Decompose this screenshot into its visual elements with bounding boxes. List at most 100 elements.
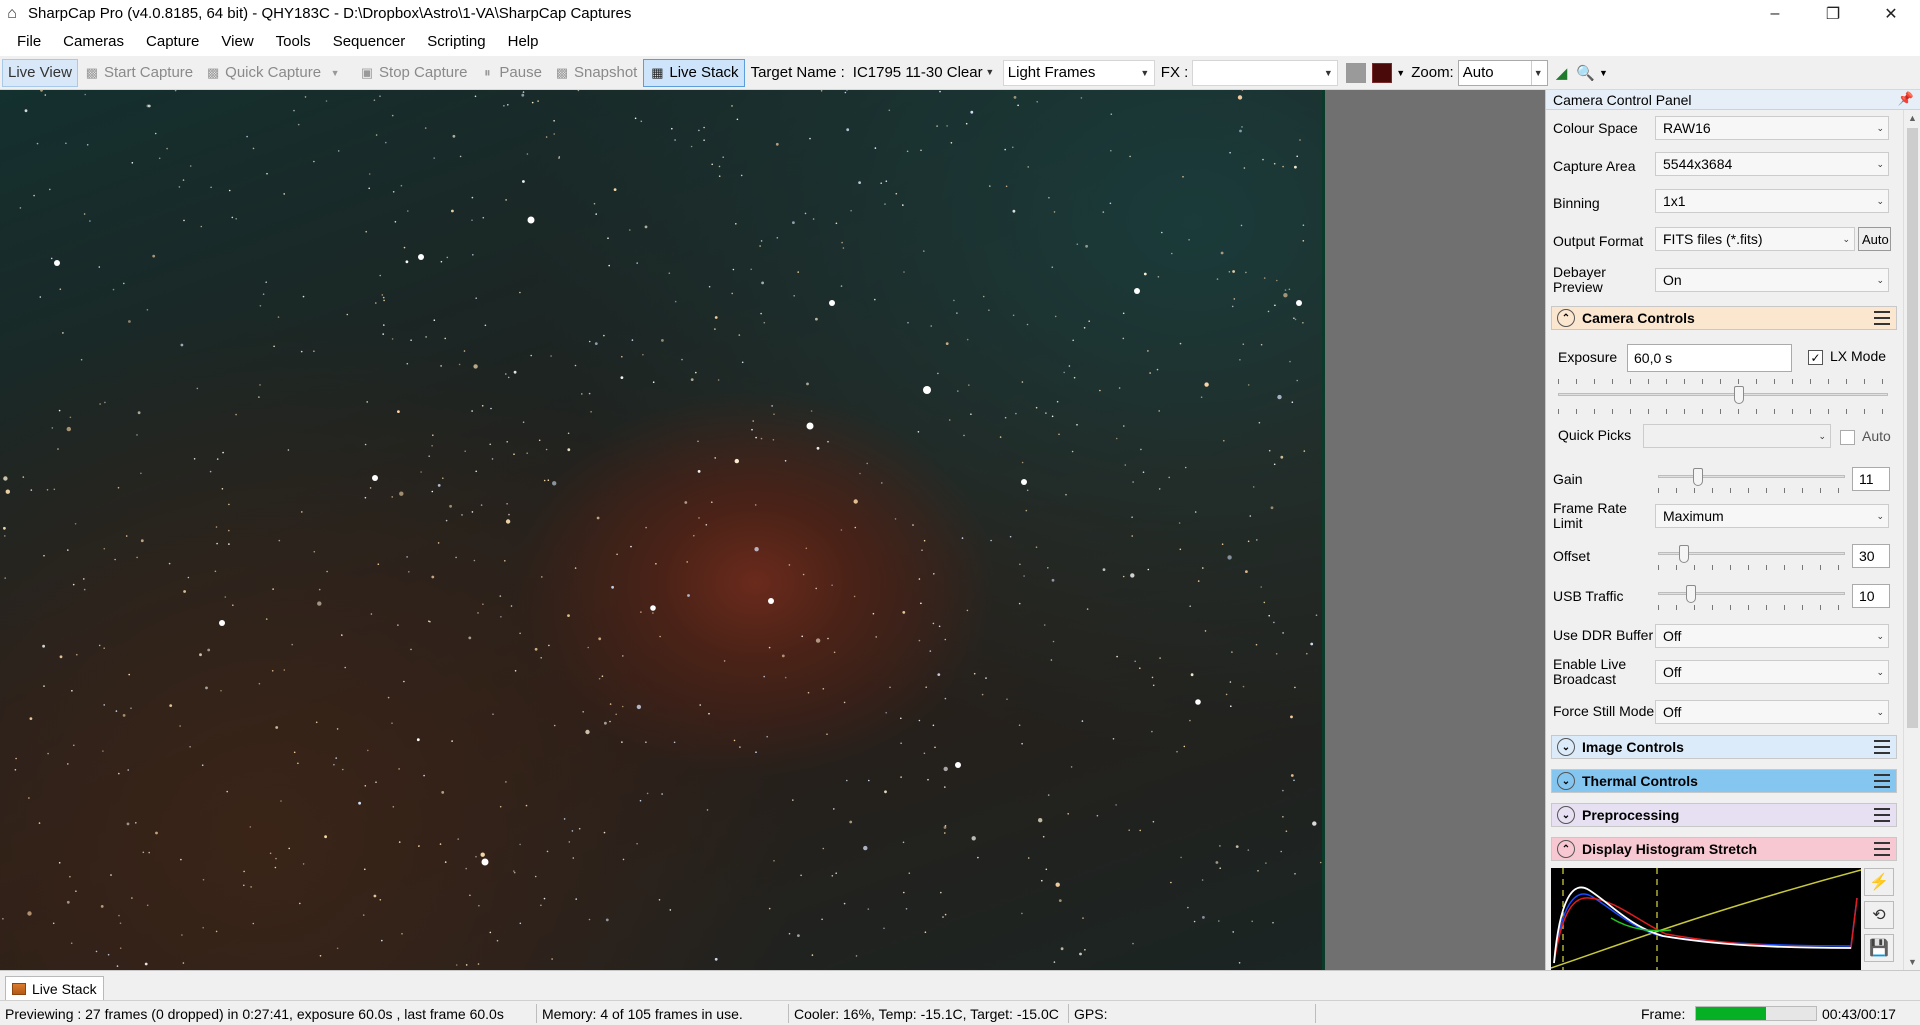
star <box>118 914 120 917</box>
frame-type-combo[interactable]: Light Frames ▼ <box>1002 59 1155 86</box>
star <box>394 221 397 223</box>
slider-knob[interactable] <box>1734 386 1744 404</box>
restore-button[interactable]: ❐ <box>1804 0 1862 27</box>
frame-rate-select[interactable]: Maximum ⌄ <box>1655 504 1889 528</box>
tab-live-stack[interactable]: Live Stack <box>5 976 104 1000</box>
star <box>604 721 607 725</box>
menu-view[interactable]: View <box>210 27 264 56</box>
save-icon[interactable]: 💾 <box>1864 934 1894 962</box>
fx-combo[interactable]: ▼ <box>1192 59 1339 86</box>
star <box>441 791 445 794</box>
output-format-auto-button[interactable]: Auto <box>1858 227 1891 251</box>
menu-tools[interactable]: Tools <box>265 27 322 56</box>
ddr-label: Use DDR Buffer <box>1553 627 1654 643</box>
collapse-icon[interactable]: ⌃ <box>1557 309 1575 327</box>
target-name-combo[interactable]: IC1795 11-30 Clear ▼ <box>849 60 999 86</box>
section-menu-icon[interactable] <box>1874 740 1890 754</box>
star <box>344 666 347 669</box>
quick-capture-button[interactable]: ▩ Quick Capture ▼ <box>199 59 353 87</box>
star <box>464 450 467 453</box>
star <box>475 470 478 473</box>
star <box>1218 920 1220 922</box>
output-format-select[interactable]: FITS files (*.fits) ⌄ <box>1655 227 1855 251</box>
star <box>57 448 59 450</box>
usb-traffic-slider[interactable] <box>1658 585 1845 610</box>
star <box>1139 829 1141 832</box>
slider-knob[interactable] <box>1679 545 1690 563</box>
expand-icon[interactable]: ⌄ <box>1557 806 1575 824</box>
panel-scrollbar[interactable]: ▲ ▼ <box>1903 110 1920 970</box>
live-image[interactable] <box>0 90 1325 970</box>
menu-sequencer[interactable]: Sequencer <box>322 27 417 56</box>
menu-capture[interactable]: Capture <box>135 27 210 56</box>
camera-controls-section[interactable]: ⌃ Camera Controls <box>1551 306 1897 330</box>
star <box>661 793 663 795</box>
exposure-slider[interactable] <box>1558 379 1888 414</box>
reset-icon[interactable]: ⟲ <box>1864 901 1894 929</box>
reticle-button[interactable] <box>1346 62 1367 83</box>
star <box>391 114 394 117</box>
capture-area-select[interactable]: 5544x3684 ⌄ <box>1655 152 1889 176</box>
star <box>1156 368 1159 371</box>
histogram-icon[interactable]: ◢ <box>1556 64 1568 82</box>
zoom-tool-icon[interactable]: 🔍 <box>1576 64 1595 82</box>
pin-icon[interactable]: 📌 <box>1898 91 1914 107</box>
section-menu-icon[interactable] <box>1874 808 1890 822</box>
star <box>252 147 255 150</box>
binning-select[interactable]: 1x1 ⌄ <box>1655 189 1889 213</box>
minimize-button[interactable]: – <box>1746 0 1804 27</box>
auto-stretch-icon[interactable]: ⚡ <box>1864 868 1894 896</box>
section-menu-icon[interactable] <box>1874 311 1890 325</box>
expand-icon[interactable]: ⌄ <box>1557 738 1575 756</box>
colour-space-select[interactable]: RAW16 ⌄ <box>1655 116 1889 140</box>
image-viewer[interactable] <box>0 90 1545 970</box>
image-controls-section[interactable]: ⌄ Image Controls <box>1551 735 1897 759</box>
snapshot-button[interactable]: ▩ Snapshot <box>548 59 643 87</box>
exposure-input[interactable]: 60,0 s <box>1627 344 1792 372</box>
usb-traffic-input[interactable]: 10 <box>1852 584 1890 608</box>
debayer-select[interactable]: On ⌄ <box>1655 268 1889 292</box>
gain-input[interactable]: 11 <box>1852 467 1890 491</box>
expand-icon[interactable]: ⌄ <box>1557 772 1575 790</box>
star <box>741 361 744 364</box>
still-mode-select[interactable]: Off ⌄ <box>1655 700 1889 724</box>
ddr-select[interactable]: Off ⌄ <box>1655 624 1889 648</box>
start-capture-button[interactable]: ▩ Start Capture <box>78 59 199 87</box>
scroll-down-icon[interactable]: ▼ <box>1904 954 1920 970</box>
live-view-button[interactable]: Live View <box>2 58 78 87</box>
histogram-stretch-section[interactable]: ⌃ Display Histogram Stretch <box>1551 837 1897 861</box>
collapse-icon[interactable]: ⌃ <box>1557 840 1575 858</box>
star <box>346 313 349 316</box>
close-button[interactable]: ✕ <box>1862 0 1920 27</box>
scrollbar-thumb[interactable] <box>1907 128 1918 728</box>
section-menu-icon[interactable] <box>1874 842 1890 856</box>
star <box>250 886 252 888</box>
quick-picks-select[interactable]: ⌄ <box>1643 424 1831 448</box>
quick-picks-auto-checkbox[interactable] <box>1840 430 1855 445</box>
menu-help[interactable]: Help <box>497 27 550 56</box>
overlay-color-button[interactable] <box>1372 62 1393 83</box>
zoom-combo[interactable]: Auto ▼ <box>1457 59 1548 86</box>
offset-input[interactable]: 30 <box>1852 544 1890 568</box>
pause-button[interactable]: ⏸ Pause <box>473 59 548 87</box>
lx-mode-checkbox[interactable]: ✓ <box>1808 350 1823 365</box>
star <box>302 863 305 865</box>
gain-slider[interactable] <box>1658 468 1845 493</box>
menu-cameras[interactable]: Cameras <box>52 27 135 56</box>
scroll-up-icon[interactable]: ▲ <box>1904 110 1920 126</box>
menu-file[interactable]: File <box>6 27 52 56</box>
slider-knob[interactable] <box>1693 468 1704 486</box>
preprocessing-section[interactable]: ⌄ Preprocessing <box>1551 803 1897 827</box>
thermal-controls-section[interactable]: ⌄ Thermal Controls <box>1551 769 1897 793</box>
star <box>110 874 112 876</box>
stack-icon: ▦ <box>651 64 664 80</box>
histogram-display[interactable] <box>1550 868 1862 970</box>
menu-scripting[interactable]: Scripting <box>416 27 496 56</box>
live-stack-button[interactable]: ▦ Live Stack <box>643 58 745 87</box>
star <box>634 117 637 120</box>
section-menu-icon[interactable] <box>1874 774 1890 788</box>
stop-capture-button[interactable]: ▣ Stop Capture <box>353 59 473 87</box>
broadcast-select[interactable]: Off ⌄ <box>1655 660 1889 684</box>
offset-slider[interactable] <box>1658 545 1845 570</box>
slider-knob[interactable] <box>1686 585 1697 603</box>
